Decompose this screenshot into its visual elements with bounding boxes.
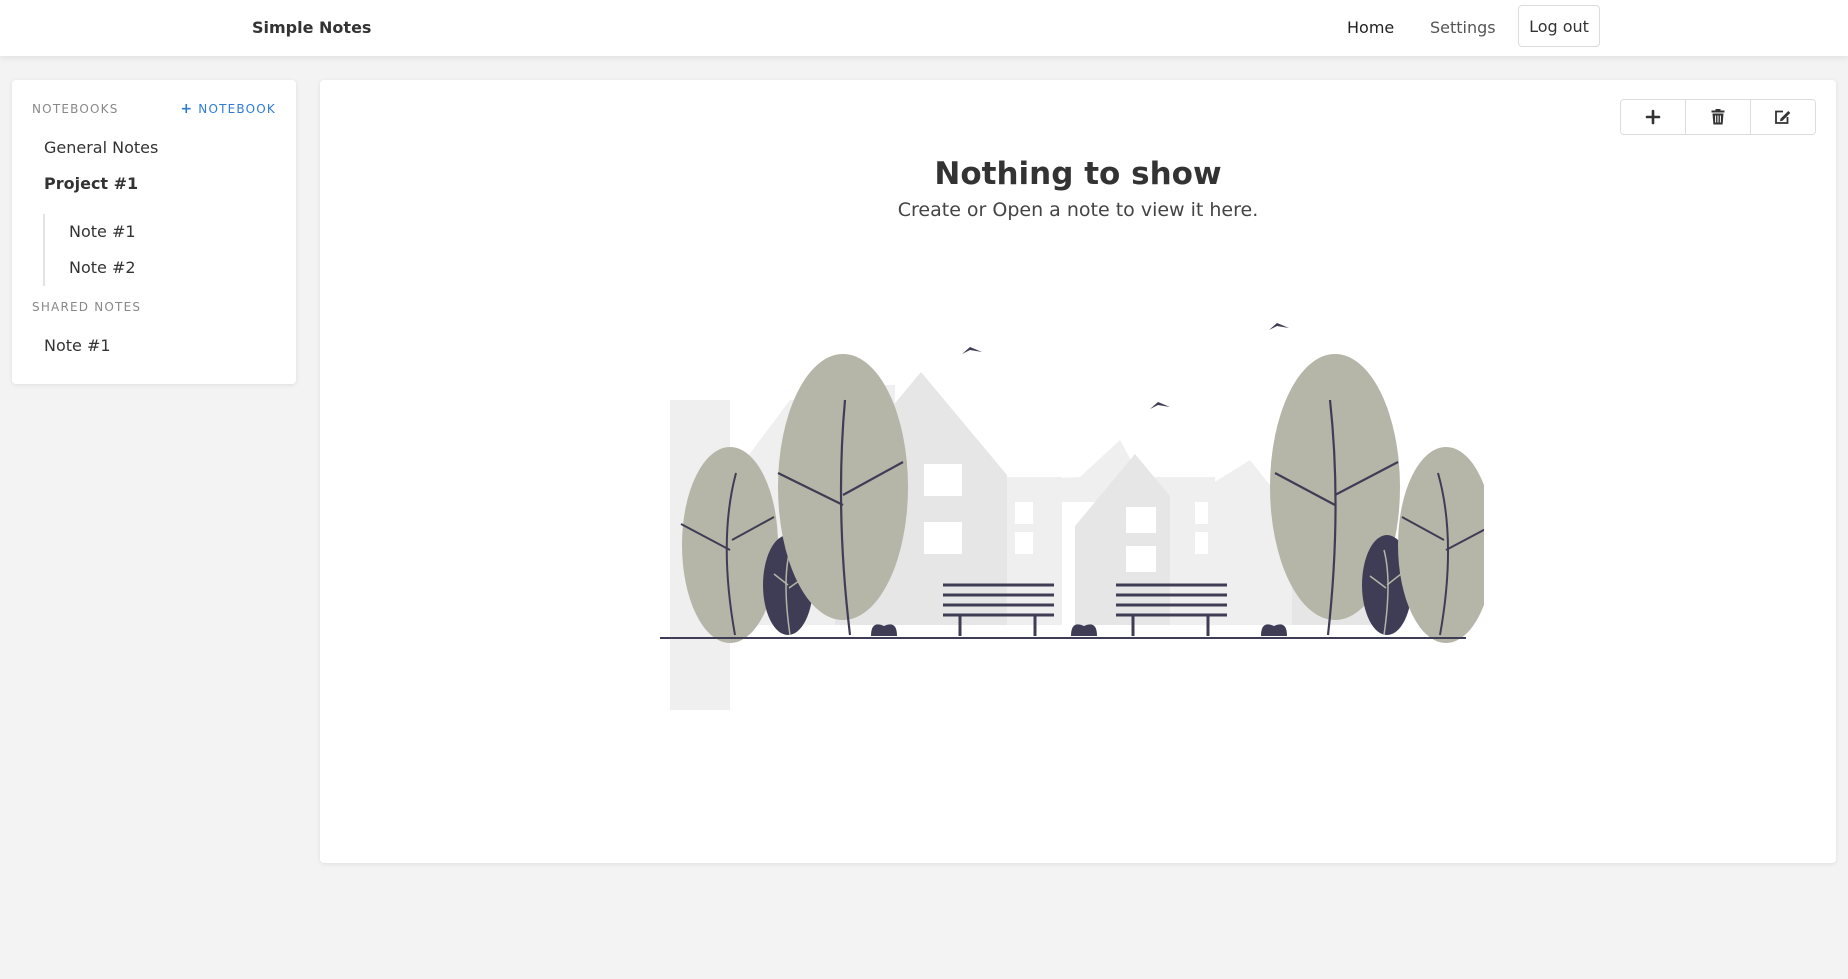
- plus-icon: [1645, 109, 1661, 125]
- sidebar: NOTEBOOKS + NOTEBOOK General Notes Projec…: [12, 80, 296, 384]
- empty-state-subtitle: Create or Open a note to view it here.: [897, 199, 1259, 221]
- note-item-2[interactable]: Note #2: [69, 258, 136, 277]
- notebook-item-general-notes[interactable]: General Notes: [44, 138, 158, 157]
- nav-home-link[interactable]: Home: [1347, 18, 1394, 37]
- app-brand[interactable]: Simple Notes: [252, 18, 371, 37]
- note-item-1[interactable]: Note #1: [69, 222, 136, 241]
- add-notebook-label: NOTEBOOK: [198, 102, 276, 116]
- plus-icon: +: [180, 101, 194, 117]
- notebooks-section-label: NOTEBOOKS: [32, 102, 119, 116]
- note-view-panel: Nothing to show Create or Open a note to…: [320, 80, 1836, 863]
- tree-right-small: [1398, 447, 1484, 643]
- nav-settings-link[interactable]: Settings: [1430, 18, 1496, 37]
- top-navbar: Simple Notes Home Settings Log out: [0, 0, 1848, 56]
- empty-state-illustration: [660, 323, 1484, 710]
- empty-state-title: Nothing to show: [934, 156, 1222, 192]
- add-notebook-button[interactable]: + NOTEBOOK: [180, 101, 276, 117]
- notes-tree-line: [43, 214, 45, 286]
- edit-icon: [1775, 110, 1791, 124]
- notebook-item-project-1[interactable]: Project #1: [44, 174, 138, 193]
- new-note-button[interactable]: [1621, 100, 1686, 134]
- shared-note-item-1[interactable]: Note #1: [44, 336, 111, 355]
- shared-notes-section-label: SHARED NOTES: [32, 300, 142, 314]
- delete-note-button[interactable]: [1686, 100, 1751, 134]
- trash-icon: [1711, 109, 1725, 125]
- logout-button[interactable]: Log out: [1518, 5, 1600, 47]
- edit-note-button[interactable]: [1751, 100, 1815, 134]
- note-toolbar: [1620, 99, 1816, 135]
- shrubs: [871, 624, 1287, 636]
- birds: [962, 323, 1289, 409]
